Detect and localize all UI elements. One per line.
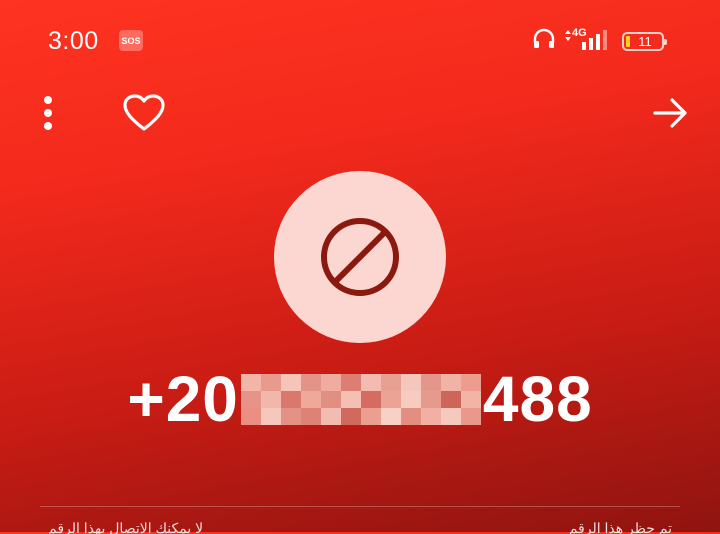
headphones-icon xyxy=(532,28,556,55)
battery-icon: 11 xyxy=(622,31,667,51)
divider xyxy=(40,506,680,507)
more-options-button[interactable] xyxy=(32,92,64,134)
status-icons: 4G 11 xyxy=(532,26,667,56)
network-4g-icon: 4G xyxy=(562,27,587,54)
phone-number-suffix: 488 xyxy=(482,363,593,435)
next-contact-button[interactable] xyxy=(648,92,694,134)
network-type-label: 4G xyxy=(572,27,587,39)
arrow-right-icon xyxy=(653,98,687,128)
battery-fill xyxy=(626,35,630,47)
sos-badge: SOS xyxy=(119,30,143,51)
more-vertical-icon xyxy=(44,96,52,130)
status-time: 3:00 xyxy=(48,27,99,55)
battery-tip xyxy=(664,38,667,45)
redacted-digits xyxy=(240,373,481,425)
contact-avatar xyxy=(274,171,446,343)
heart-outline-icon xyxy=(123,94,165,131)
phone-number: +20 488 xyxy=(0,363,720,435)
phone-number-prefix: +20 xyxy=(127,363,239,435)
blocked-icon xyxy=(321,218,399,296)
favorite-button[interactable] xyxy=(120,90,168,136)
battery-level: 11 xyxy=(638,33,652,49)
